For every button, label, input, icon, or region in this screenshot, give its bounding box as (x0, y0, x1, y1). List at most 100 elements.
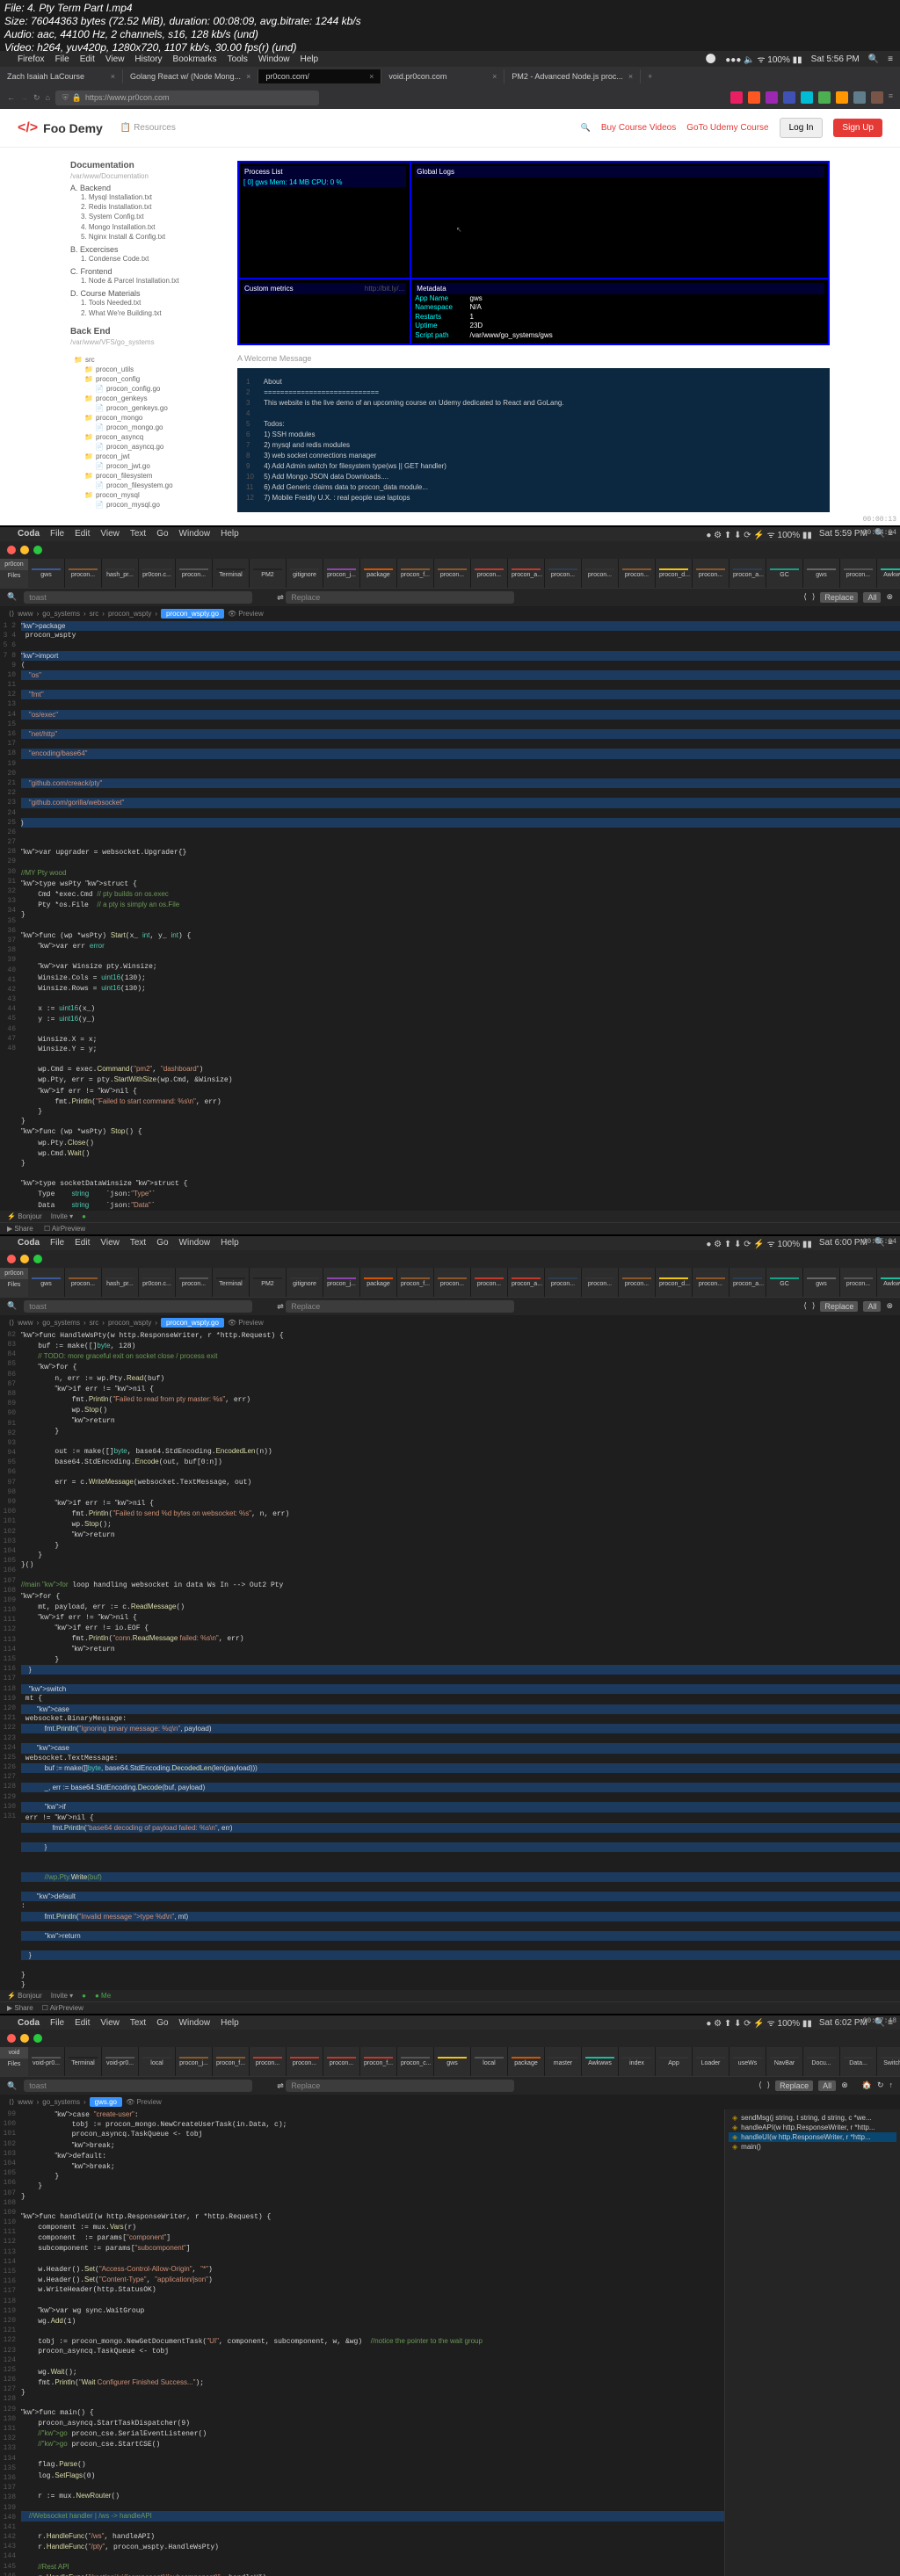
file-tab[interactable]: void-pr0... (28, 2047, 65, 2076)
file-tab[interactable]: NavBar (766, 2047, 803, 2076)
file-tab[interactable]: index (619, 2047, 656, 2076)
file-tab[interactable]: procon... (545, 1268, 582, 1297)
new-tab-button[interactable]: + (641, 72, 659, 81)
ext-icon[interactable] (853, 91, 866, 104)
file-tab[interactable]: procon... (582, 559, 619, 588)
menu-view[interactable]: View (100, 529, 120, 539)
file-tab[interactable]: package (360, 1268, 397, 1297)
replace-input[interactable]: Replace (286, 591, 514, 604)
search-input[interactable]: toast (24, 591, 252, 604)
nav-prev[interactable]: ⟨ (803, 592, 807, 603)
file-tab[interactable]: procon_j... (176, 2047, 213, 2076)
file-tab[interactable]: Docu... (803, 2047, 840, 2076)
file-tab[interactable]: Awkwws (582, 2047, 619, 2076)
file-tab[interactable]: procon_d... (656, 1268, 693, 1297)
file-tab[interactable]: hash_pr... (102, 1268, 139, 1297)
file-tab[interactable]: procon_j... (323, 559, 360, 588)
invite-button[interactable]: Invite ▾ (51, 1212, 73, 1220)
file-tab[interactable]: useWs (729, 2047, 766, 2076)
file-tab[interactable]: procon_d... (656, 559, 693, 588)
tab-golang[interactable]: Golang React w/ (Node Mong...× (123, 69, 258, 83)
udemy-link[interactable]: GoTo Udemy Course (686, 123, 768, 133)
file-tab[interactable]: procon... (693, 1268, 729, 1297)
file-tab[interactable]: procon... (287, 2047, 323, 2076)
url-input[interactable]: ⛨ 🔒 https://www.pr0con.com (55, 90, 319, 105)
file-tab[interactable]: package (508, 2047, 545, 2076)
file-tab[interactable]: procon... (250, 2047, 287, 2076)
tab-pr0con[interactable]: pr0con.com/× (258, 69, 381, 83)
status-icons[interactable]: ● ⚙ ⬆ ⬇ ⟳ ⚡ ᯤ 100% ▮▮ (706, 528, 812, 540)
foodemy-logo[interactable]: </> Foo Demy (18, 120, 103, 136)
siri-icon[interactable]: ≡ (888, 54, 893, 64)
nav-next[interactable]: ⟩ (812, 592, 816, 603)
menu-help[interactable]: Help (221, 529, 239, 539)
outline-item[interactable]: ◈ handleUI(w http.ResponseWriter, r *htt… (729, 2132, 896, 2142)
minimize-button[interactable] (20, 546, 29, 554)
ext-icon[interactable] (783, 91, 795, 104)
site-tab[interactable]: pr0con (0, 559, 28, 570)
breadcrumbs[interactable]: ⟨⟩ www › go_systems › src › procon_wspty… (0, 1315, 900, 1330)
ext-icon[interactable] (766, 91, 778, 104)
folder-item[interactable]: 📁 src (70, 355, 211, 365)
file-tab[interactable]: GC (766, 1268, 803, 1297)
file-tab[interactable]: procon... (176, 1268, 213, 1297)
app-name[interactable]: Coda (18, 529, 40, 539)
app-name[interactable]: Coda (18, 1238, 40, 1248)
file-tab[interactable]: gws (28, 559, 65, 588)
file-tab[interactable]: local (471, 2047, 508, 2076)
file-tab[interactable]: gws (803, 559, 840, 588)
reload-icon[interactable]: ↻ (877, 2080, 884, 2091)
outline-item[interactable]: ◈ main() (729, 2142, 896, 2152)
breadcrumbs[interactable]: ⟨⟩ www › go_systems › src › procon_wspty… (0, 606, 900, 621)
replace-button[interactable]: Replace (820, 592, 858, 603)
up-icon[interactable]: ↑ (889, 2080, 894, 2091)
login-button[interactable]: Log In (780, 118, 824, 138)
replace-icon[interactable]: ⇌ (277, 593, 284, 602)
code-editor[interactable]: 1 2 3 4 5 6 7 8 9 10 11 12 13 14 15 16 1… (0, 621, 900, 1211)
menu-text[interactable]: Text (130, 529, 146, 539)
ext-icon[interactable] (818, 91, 831, 104)
file-tab[interactable]: master (545, 2047, 582, 2076)
file-tab[interactable]: procon... (434, 1268, 471, 1297)
file-tab[interactable]: hash_pr... (102, 559, 139, 588)
close-icon[interactable]: × (246, 72, 250, 81)
folder-item[interactable]: 📁 procon_mongo (70, 413, 211, 423)
home-icon[interactable]: 🏠 (862, 2080, 872, 2091)
tab-zach[interactable]: Zach Isaiah LaCourse× (0, 69, 123, 83)
ext-icon[interactable] (871, 91, 883, 104)
file-item[interactable]: 📄 procon_asyncq.go (70, 442, 211, 452)
file-tab[interactable]: Terminal (213, 559, 250, 588)
close-icon[interactable]: ⊗ (886, 592, 893, 603)
file-tab[interactable]: procon... (471, 1268, 508, 1297)
file-tab[interactable]: procon... (619, 559, 656, 588)
tab-void[interactable]: void.pr0con.com× (381, 69, 504, 83)
menu-window[interactable]: Window (179, 529, 211, 539)
code-editor[interactable]: 99 100 101 102 103 104 105 106 107 108 1… (0, 2109, 900, 2576)
file-tab[interactable]: PM2 (250, 559, 287, 588)
file-tab[interactable]: Terminal (213, 1268, 250, 1297)
file-tab[interactable]: PM2 (250, 1268, 287, 1297)
home-button[interactable]: ⌂ (46, 93, 50, 102)
outline-item[interactable]: ◈ handleAPI(w http.ResponseWriter, r *ht… (729, 2123, 896, 2132)
ext-icon[interactable] (836, 91, 848, 104)
maximize-button[interactable] (33, 546, 42, 554)
breadcrumbs[interactable]: ⟨⟩ www › go_systems › gws.go 👁 Preview (0, 2095, 900, 2109)
file-tab[interactable]: procon... (840, 1268, 877, 1297)
file-tab[interactable]: Switch... (877, 2047, 900, 2076)
menu-icon[interactable]: ≡ (889, 91, 893, 104)
back-button[interactable]: ← (7, 93, 15, 102)
file-tab[interactable]: procon... (840, 559, 877, 588)
file-item[interactable]: 📄 procon_mysql.go (70, 500, 211, 510)
file-tab[interactable]: pr0con.c... (139, 559, 176, 588)
file-item[interactable]: 📄 procon_genkeys.go (70, 403, 211, 413)
reload-button[interactable]: ↻ (33, 93, 40, 103)
file-tab[interactable]: pr0con.c... (139, 1268, 176, 1297)
file-tab[interactable]: procon_j... (323, 1268, 360, 1297)
file-tab[interactable]: procon... (65, 1268, 102, 1297)
menu-file[interactable]: File (50, 529, 64, 539)
file-tab[interactable]: procon... (434, 559, 471, 588)
file-tab[interactable]: Data... (840, 2047, 877, 2076)
file-tab[interactable]: Loader (693, 2047, 729, 2076)
file-tab[interactable]: local (139, 2047, 176, 2076)
file-tab[interactable]: Terminal (65, 2047, 102, 2076)
